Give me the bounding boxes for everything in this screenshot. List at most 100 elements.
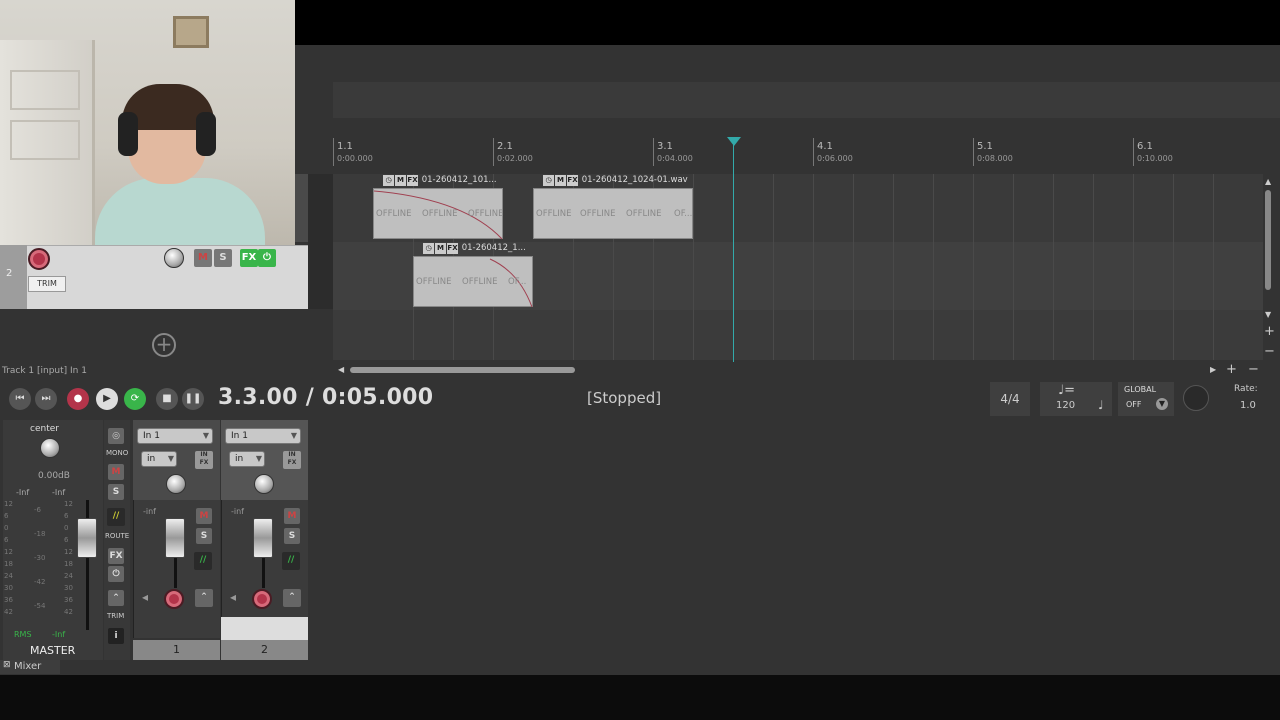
strip-1-input-fx-button[interactable]: IN FX bbox=[195, 451, 213, 469]
media-item-header[interactable]: ◷ M FX 01-260412_101... bbox=[383, 175, 508, 189]
strip-1-route-icon[interactable]: // bbox=[194, 552, 212, 570]
item-lock-icon[interactable]: ◷ bbox=[383, 175, 394, 186]
strip-1-solo-button[interactable]: S bbox=[196, 528, 212, 544]
fx-button[interactable]: FX bbox=[240, 249, 258, 267]
chevron-down-icon: ▼ bbox=[255, 454, 262, 463]
record-arm-button[interactable] bbox=[28, 248, 50, 270]
strip-2-record-arm-button[interactable] bbox=[252, 589, 272, 609]
item-lock-icon[interactable]: ◷ bbox=[423, 243, 434, 254]
item-fx-button[interactable]: FX bbox=[407, 175, 418, 186]
offline-label: OF... bbox=[508, 277, 527, 287]
go-to-start-icon[interactable]: ⏮ bbox=[9, 388, 31, 410]
strip-2-phase-icon[interactable]: ◂ bbox=[230, 590, 236, 604]
media-item[interactable]: OFFLINE OFFLINE OFFLINE OF... bbox=[533, 188, 693, 239]
go-to-end-icon[interactable]: ⏭ bbox=[35, 388, 57, 410]
strip-1-record-arm-button[interactable] bbox=[164, 589, 184, 609]
ruler-time: 0:06.000 bbox=[817, 154, 853, 163]
master-route-icon[interactable]: // bbox=[107, 508, 125, 526]
vzoom-out-icon[interactable]: − bbox=[1264, 344, 1275, 359]
repeat-icon[interactable]: ⟳ bbox=[124, 388, 146, 410]
chevron-down-icon[interactable]: ▼ bbox=[1156, 398, 1168, 410]
tap-tempo-icon[interactable]: ♩ bbox=[1098, 398, 1104, 412]
strip-2-number[interactable]: 2 bbox=[221, 640, 308, 660]
add-track-icon[interactable]: + bbox=[152, 333, 176, 357]
vertical-scroll-thumb[interactable] bbox=[1265, 190, 1271, 290]
item-name: 01-260412_101... bbox=[421, 175, 497, 185]
playhead-marker-icon[interactable] bbox=[727, 137, 741, 146]
scroll-up-icon[interactable]: ▲ bbox=[1265, 177, 1271, 186]
rate-knob[interactable] bbox=[1183, 385, 1209, 411]
strip-1-mute-button[interactable]: M bbox=[196, 508, 212, 524]
scroll-down-icon[interactable]: ▼ bbox=[1265, 310, 1271, 319]
solo-button[interactable]: S bbox=[214, 249, 232, 267]
master-name: MASTER bbox=[30, 644, 76, 657]
tempo-value[interactable]: 120 bbox=[1056, 400, 1075, 411]
strip-2-route-icon[interactable]: // bbox=[282, 552, 300, 570]
item-lock-icon[interactable]: ◷ bbox=[543, 175, 554, 186]
master-info-icon[interactable]: i bbox=[108, 628, 124, 644]
bottom-black-band bbox=[0, 675, 1280, 720]
item-mute-button[interactable]: M bbox=[435, 243, 446, 254]
playhead-cursor[interactable] bbox=[733, 140, 734, 362]
record-button[interactable]: ● bbox=[67, 388, 89, 410]
play-button[interactable]: ▶ bbox=[96, 388, 118, 410]
strip-1-input-select[interactable]: In 1 ▼ bbox=[137, 428, 213, 444]
strip-2-mute-button[interactable]: M bbox=[284, 508, 300, 524]
strip-1-phase-icon[interactable]: ◂ bbox=[142, 590, 148, 604]
strip-2-fader[interactable] bbox=[253, 518, 273, 558]
vzoom-in-icon[interactable]: + bbox=[1264, 324, 1275, 339]
time-signature[interactable]: 4/4 bbox=[990, 382, 1030, 416]
stop-button[interactable]: ■ bbox=[156, 388, 178, 410]
item-fx-button[interactable]: FX bbox=[447, 243, 458, 254]
master-fader[interactable] bbox=[77, 518, 97, 558]
media-item[interactable]: OFFLINE OFFLINE OF... bbox=[413, 256, 533, 308]
automation-trim-button[interactable]: TRIM bbox=[28, 276, 66, 292]
ruler-measure: 1.1 bbox=[337, 141, 353, 152]
master-fx-bypass-icon[interactable]: ⏻ bbox=[108, 566, 124, 582]
strip-2-input-fx-button[interactable]: IN FX bbox=[283, 451, 301, 469]
rate-value[interactable]: 1.0 bbox=[1240, 400, 1256, 411]
track-number-column bbox=[0, 245, 27, 309]
strip-2-pan-knob[interactable] bbox=[254, 474, 274, 494]
master-solo-button[interactable]: S bbox=[108, 484, 124, 500]
ruler-time: 0:02.000 bbox=[497, 154, 533, 163]
media-item-header[interactable]: ◷ M FX 01-260412_1... bbox=[423, 243, 535, 257]
master-pan-knob[interactable] bbox=[40, 438, 60, 458]
master-envelope-icon[interactable]: ⌃ bbox=[108, 590, 124, 606]
horizontal-scroll-thumb[interactable] bbox=[350, 367, 575, 373]
mute-button[interactable]: M bbox=[194, 249, 212, 267]
fx-bypass-icon[interactable]: ⏻ bbox=[258, 249, 276, 267]
webcam-person-body bbox=[95, 178, 265, 245]
master-mute-button[interactable]: M bbox=[108, 464, 124, 480]
strip-1-number[interactable]: 1 bbox=[133, 640, 220, 660]
strip-1-envelope-icon[interactable]: ⌃ bbox=[195, 589, 213, 607]
scroll-left-icon[interactable]: ◀ bbox=[338, 365, 344, 374]
tcp-divider[interactable] bbox=[308, 174, 333, 309]
media-item-header[interactable]: ◷ M FX 01-260412_1024-01.wav bbox=[543, 175, 698, 189]
mixer-tab-close-icon[interactable]: ⊠ bbox=[3, 660, 11, 670]
strip-1-fader[interactable] bbox=[165, 518, 185, 558]
strip-2-mode-select[interactable]: in ▼ bbox=[229, 451, 265, 467]
item-fx-button[interactable]: FX bbox=[567, 175, 578, 186]
master-mono-icon[interactable]: ◎ bbox=[108, 428, 124, 444]
pause-button[interactable]: ❚❚ bbox=[182, 388, 204, 410]
zoom-out-icon[interactable]: − bbox=[1248, 362, 1259, 377]
strip-1-mode-select[interactable]: in ▼ bbox=[141, 451, 177, 467]
master-db[interactable]: 0.00dB bbox=[38, 471, 70, 481]
time-display[interactable]: 3.3.00 / 0:05.000 bbox=[218, 385, 433, 410]
volume-knob[interactable] bbox=[164, 248, 184, 268]
headphones-icon bbox=[118, 112, 138, 156]
item-mute-button[interactable]: M bbox=[395, 175, 406, 186]
strip-2-input-select[interactable]: In 1 ▼ bbox=[225, 428, 301, 444]
zoom-in-icon[interactable]: + bbox=[1226, 362, 1237, 377]
strip-2-envelope-icon[interactable]: ⌃ bbox=[283, 589, 301, 607]
master-fx-button[interactable]: FX bbox=[108, 548, 124, 564]
item-mute-button[interactable]: M bbox=[555, 175, 566, 186]
master-peak-right: -Inf bbox=[52, 488, 66, 497]
media-item[interactable]: OFFLINE OFFLINE OFFLINE bbox=[373, 188, 503, 240]
scroll-right-icon[interactable]: ▶ bbox=[1210, 365, 1216, 374]
timeline-ruler[interactable]: 1.1 0:00.000 2.1 0:02.000 3.1 0:04.000 4… bbox=[333, 138, 1263, 174]
play-state: [Stopped] bbox=[587, 389, 662, 407]
strip-2-solo-button[interactable]: S bbox=[284, 528, 300, 544]
strip-1-pan-knob[interactable] bbox=[166, 474, 186, 494]
